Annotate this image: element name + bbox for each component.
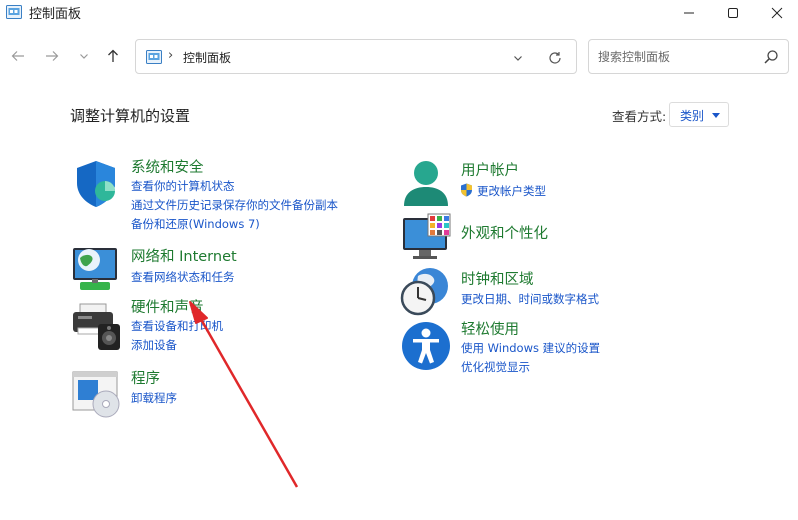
address-dropdown-button[interactable] (510, 50, 526, 66)
minimize-icon (684, 12, 694, 14)
minimize-button[interactable] (666, 0, 712, 26)
link-network-status[interactable]: 查看网络状态和任务 (131, 269, 235, 285)
category-title-ease-of-access[interactable]: 轻松使用 (461, 318, 519, 339)
uac-shield-icon (461, 183, 472, 197)
category-title-clock-region[interactable]: 时钟和区域 (461, 268, 534, 289)
link-uninstall-program[interactable]: 卸载程序 (131, 390, 177, 406)
link-file-history-backup[interactable]: 通过文件历史记录保存你的文件备份副本 (131, 197, 338, 213)
caret-down-icon (712, 113, 720, 118)
view-by-select[interactable]: 类别 (669, 102, 729, 127)
window-title: 控制面板 (29, 7, 82, 22)
recent-locations-button[interactable] (72, 44, 96, 68)
chevron-down-icon (514, 56, 522, 61)
shield-icon[interactable] (70, 158, 122, 210)
clock-globe-icon[interactable] (400, 266, 452, 318)
forward-button[interactable] (40, 44, 64, 68)
link-devices-printers[interactable]: 查看设备和打印机 (131, 318, 223, 334)
printer-speaker-icon[interactable] (70, 300, 122, 352)
link-view-computer-status[interactable]: 查看你的计算机状态 (131, 178, 235, 194)
refresh-button[interactable] (546, 49, 564, 67)
user-account-icon[interactable] (400, 158, 452, 210)
search-input[interactable] (598, 48, 758, 66)
arrow-right-icon (46, 51, 59, 61)
page-title: 调整计算机的设置 (70, 107, 191, 125)
network-globe-icon[interactable] (70, 242, 122, 294)
link-change-account-type[interactable]: 更改帐户类型 (477, 183, 546, 199)
monitor-palette-icon[interactable] (400, 212, 452, 264)
link-use-recommended-settings[interactable]: 使用 Windows 建议的设置 (461, 340, 600, 356)
arrow-up-icon (108, 49, 118, 62)
view-by-label: 查看方式: (612, 109, 667, 124)
category-title-appearance-personalization[interactable]: 外观和个性化 (461, 222, 548, 243)
category-title-programs[interactable]: 程序 (131, 367, 160, 388)
title-bar: 控制面板 (0, 0, 798, 26)
link-optimize-visual-display[interactable]: 优化视觉显示 (461, 359, 530, 375)
link-backup-restore-win7[interactable]: 备份和还原(Windows 7) (131, 216, 260, 232)
control-panel-icon (146, 50, 162, 64)
arrow-left-icon (11, 51, 24, 61)
chevron-down-icon (80, 54, 88, 59)
breadcrumb-control-panel[interactable]: 控制面板 (183, 49, 231, 66)
search-box[interactable] (588, 39, 789, 74)
category-title-user-accounts[interactable]: 用户帐户 (461, 159, 519, 180)
close-icon (771, 7, 783, 19)
search-icon[interactable] (763, 49, 779, 65)
refresh-icon (549, 52, 561, 64)
link-add-device[interactable]: 添加设备 (131, 337, 177, 353)
accessibility-icon[interactable] (400, 320, 452, 372)
breadcrumb-separator-icon[interactable]: › (168, 48, 173, 63)
close-button[interactable] (754, 0, 798, 26)
maximize-button[interactable] (710, 0, 756, 26)
programs-disc-icon[interactable] (70, 368, 122, 420)
back-button[interactable] (6, 44, 30, 68)
link-change-date-time-format[interactable]: 更改日期、时间或数字格式 (461, 291, 599, 307)
view-by-value[interactable]: 类别 (680, 107, 704, 124)
address-bar[interactable]: › 控制面板 (135, 39, 577, 74)
maximize-icon (728, 8, 738, 18)
category-title-hardware-sound[interactable]: 硬件和声音 (131, 296, 204, 317)
category-title-system-security[interactable]: 系统和安全 (131, 156, 204, 177)
up-button[interactable] (101, 44, 125, 68)
control-panel-icon (6, 5, 22, 19)
category-title-network-internet[interactable]: 网络和 Internet (131, 245, 237, 266)
